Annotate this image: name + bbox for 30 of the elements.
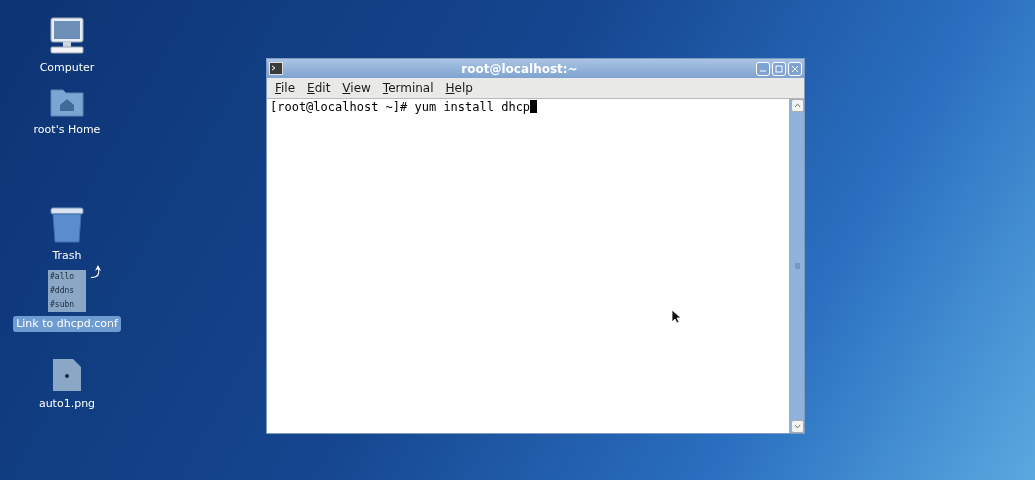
image-file-icon (52, 358, 82, 392)
desktop-icon-label[interactable]: auto1.png (35, 396, 99, 412)
desktop-icon-label[interactable]: Trash (49, 248, 85, 264)
close-icon (791, 64, 799, 73)
computer-icon (47, 16, 87, 56)
link-arrow-icon (88, 264, 102, 278)
desktop-icon-label[interactable]: Computer (36, 60, 98, 76)
menu-item[interactable]: Terminal (382, 79, 434, 97)
terminal-icon (269, 62, 283, 75)
home-folder-icon (49, 86, 85, 118)
thumbnail-text: #subn (50, 300, 76, 310)
desktop-icon-label[interactable]: root's Home (30, 122, 104, 138)
trash-icon (49, 206, 85, 244)
scroll-grip-icon (794, 263, 800, 269)
menu-item[interactable]: View (342, 79, 371, 97)
scroll-down-icon[interactable] (790, 420, 804, 433)
menu-item[interactable]: Edit (307, 79, 331, 97)
maximize-button[interactable] (772, 61, 786, 76)
minimize-button[interactable] (756, 61, 770, 76)
thumbnail-text: #ddns (50, 286, 76, 296)
scroll-bar[interactable] (789, 99, 804, 433)
menu-item[interactable]: File (275, 79, 296, 97)
mouse-pointer-icon (671, 309, 681, 324)
thumbnail-text: #allo (50, 272, 76, 282)
menu-item[interactable]: Help (445, 79, 473, 97)
scroll-up-icon[interactable] (790, 99, 804, 112)
terminal-text: [root@localhost ~]# yum install dhcp (267, 99, 789, 433)
maximize-icon (775, 64, 783, 73)
window-title: root@localhost:~ (460, 60, 579, 78)
close-button[interactable] (788, 61, 802, 76)
